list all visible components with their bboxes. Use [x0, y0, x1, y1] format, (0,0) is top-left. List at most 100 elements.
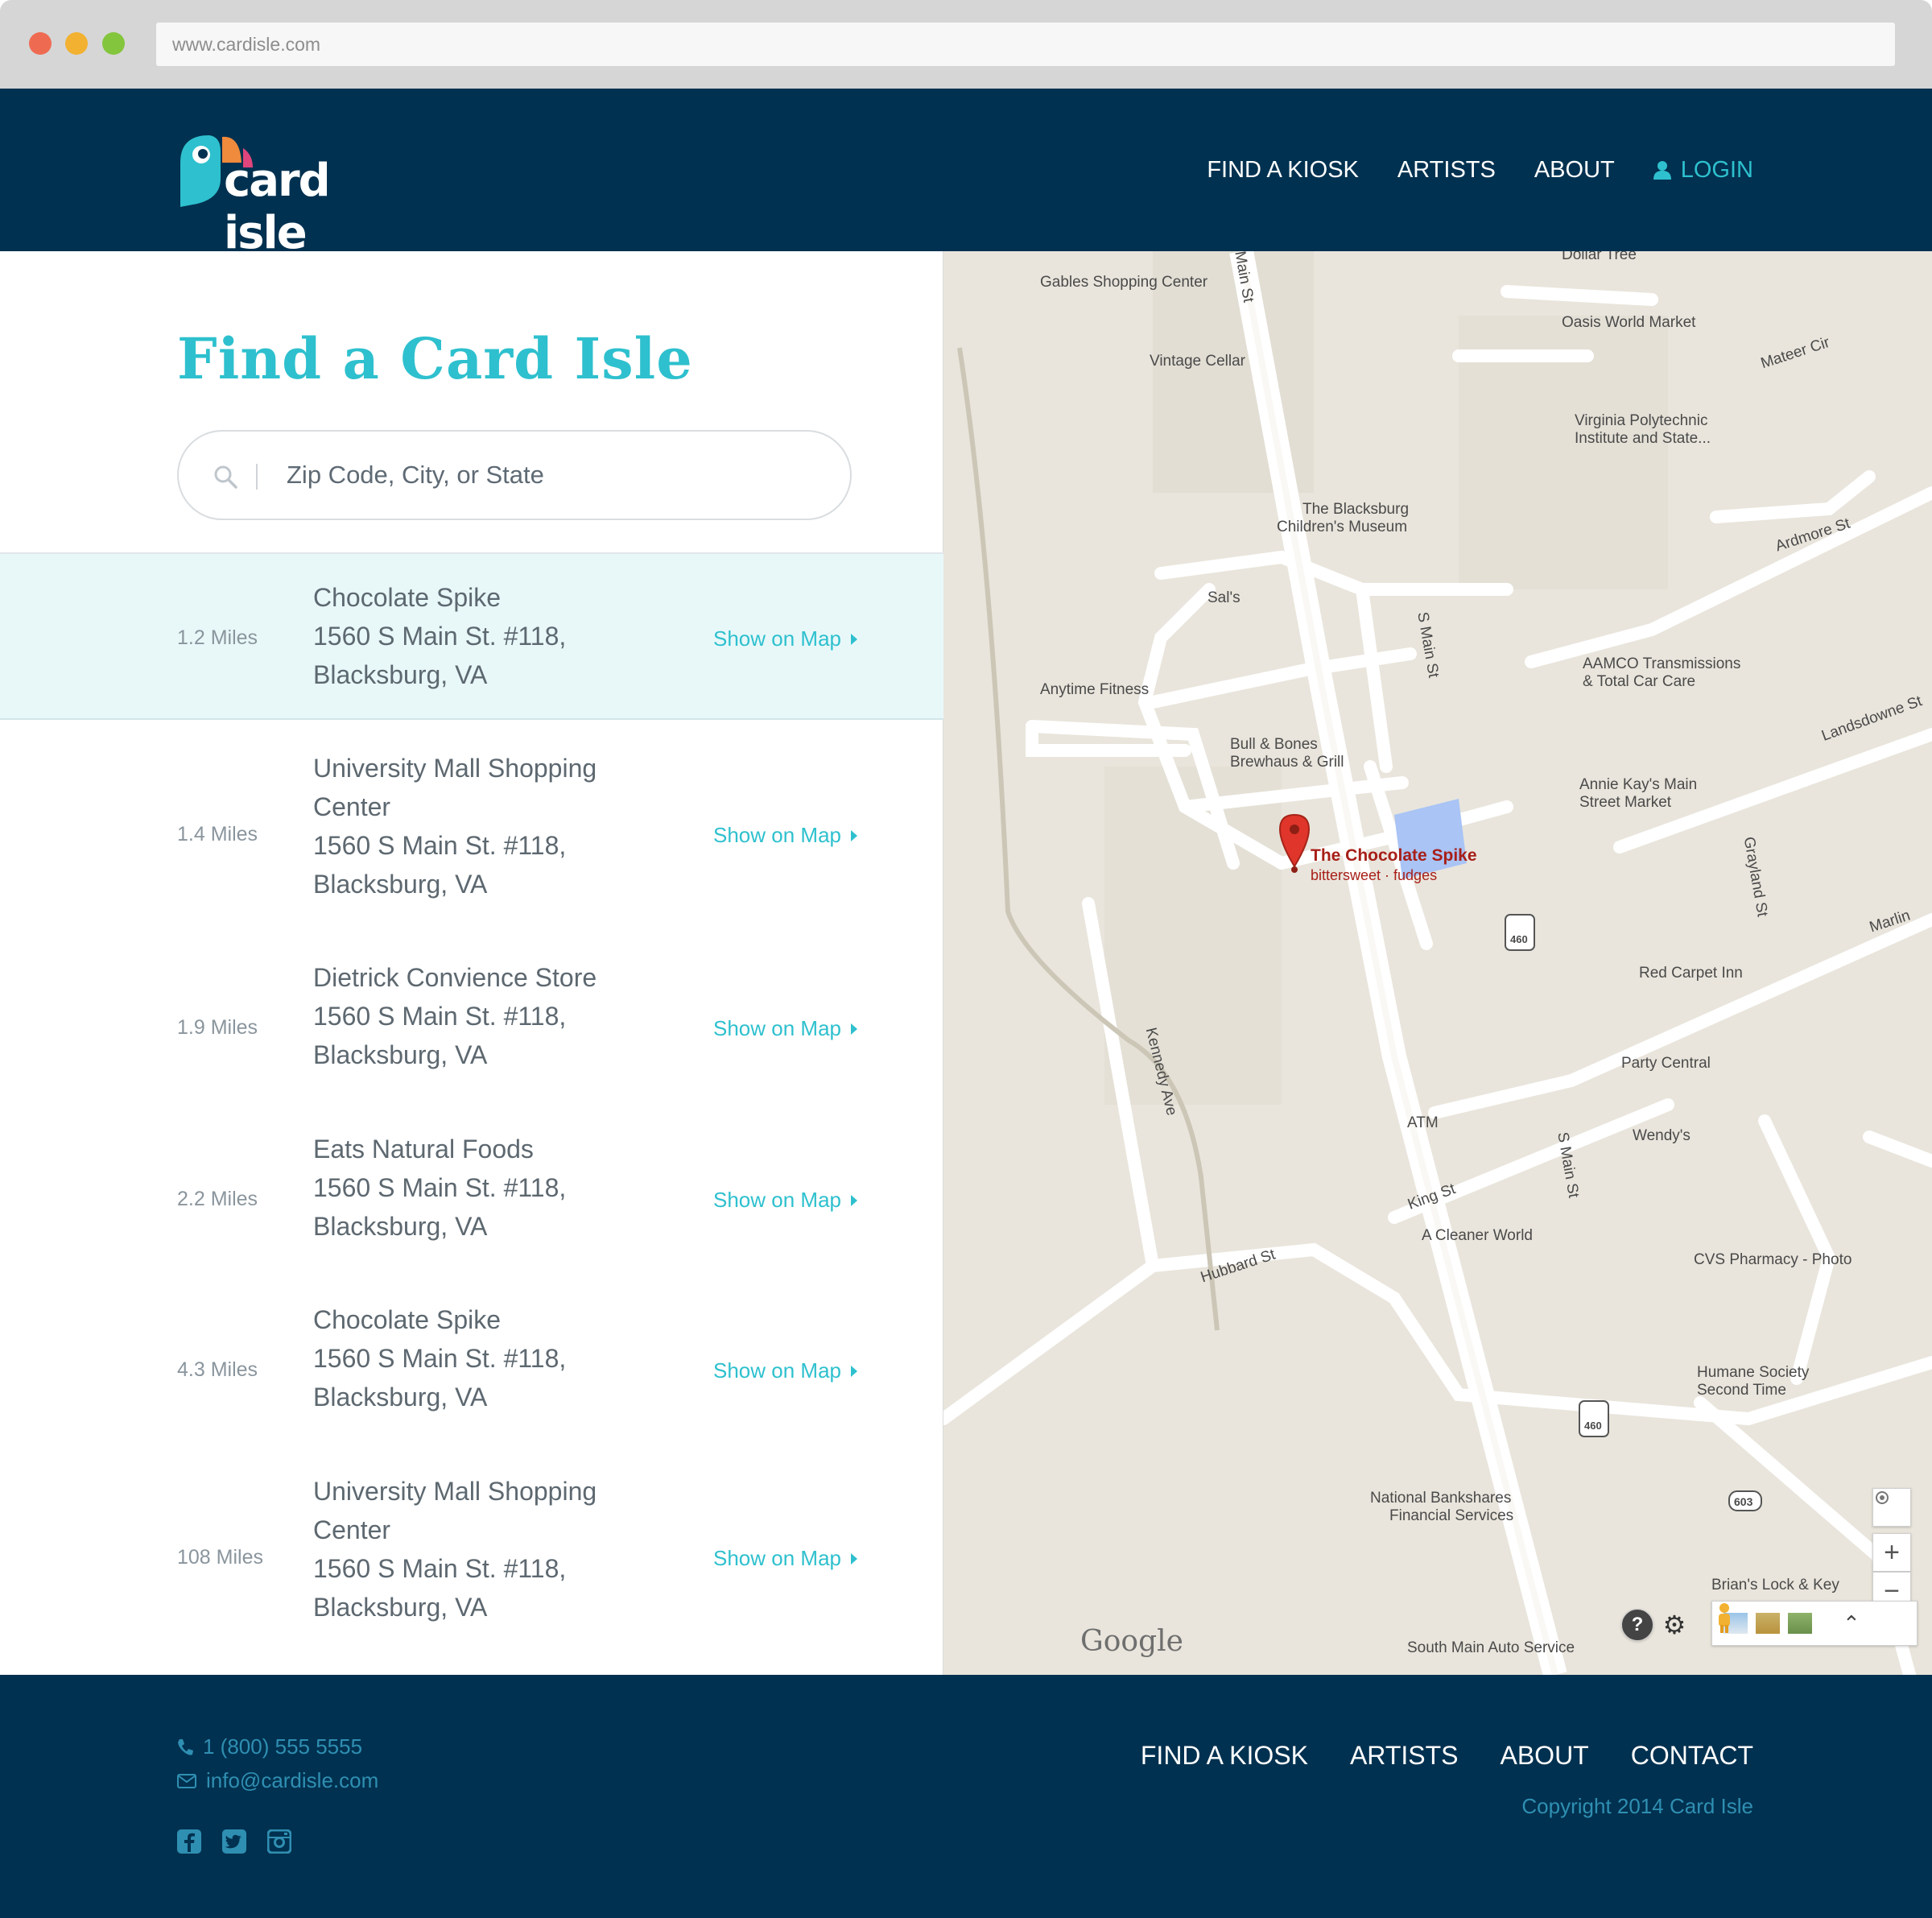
pegman-icon[interactable] — [1712, 1602, 1736, 1634]
footer-phone[interactable]: 1 (800) 555 5555 — [177, 1734, 362, 1759]
result-name: University Mall Shopping Center — [313, 1477, 597, 1544]
nav-artists[interactable]: ARTISTS — [1397, 157, 1496, 184]
show-on-map-label: Show on Map — [713, 1358, 841, 1383]
zoom-in-button[interactable]: + — [1872, 1533, 1911, 1572]
show-on-map-label: Show on Map — [713, 1188, 841, 1212]
my-location-button[interactable] — [1872, 1488, 1911, 1527]
main-nav: FIND A KIOSK ARTISTS ABOUT LOGIN — [1207, 89, 1753, 251]
result-name: Chocolate Spike — [313, 1305, 502, 1334]
show-on-map-link[interactable]: Show on Map — [713, 1188, 857, 1213]
instagram-icon[interactable] — [266, 1829, 292, 1854]
nav-about[interactable]: ABOUT — [1534, 157, 1615, 184]
result-city: Blacksburg, VA — [313, 1212, 488, 1241]
map-roads — [943, 251, 1932, 1675]
settings-button[interactable]: ⚙ — [1658, 1609, 1690, 1641]
result-city: Blacksburg, VA — [313, 1383, 488, 1412]
gear-icon: ⚙ — [1662, 1610, 1686, 1639]
logo[interactable]: card isle — [177, 130, 386, 259]
login-label: LOGIN — [1680, 156, 1753, 183]
route-shield-label: 460 — [1510, 933, 1528, 945]
map-poi-label: A Cleaner World — [1422, 1227, 1533, 1244]
logo-text: card isle — [224, 155, 331, 259]
plus-icon: + — [1884, 1536, 1900, 1568]
phone-number: 1 (800) 555 5555 — [203, 1734, 363, 1759]
crosshair-icon — [1876, 1491, 1889, 1504]
footer-nav-about[interactable]: ABOUT — [1500, 1741, 1588, 1771]
map-poi-label: South Main Auto Service — [1407, 1639, 1575, 1656]
route-shield-label: 460 — [1584, 1420, 1602, 1432]
footer-email[interactable]: info@cardisle.com — [177, 1768, 378, 1793]
map-poi-label: Financial Services — [1389, 1507, 1514, 1524]
caret-right-icon — [850, 1365, 857, 1377]
login-link[interactable]: LOGIN — [1653, 157, 1753, 184]
map-poi-label: Bull & Bones — [1230, 736, 1318, 753]
result-distance: 1.9 Miles — [177, 1016, 258, 1039]
google-logo: Google — [1080, 1625, 1183, 1658]
map-poi-label: CVS Pharmacy - Photo — [1694, 1251, 1852, 1268]
social-links — [177, 1829, 292, 1854]
map-type-bar: ⌃ — [1711, 1601, 1918, 1646]
result-distance: 1.2 Miles — [177, 626, 258, 649]
show-on-map-link[interactable]: Show on Map — [713, 626, 857, 651]
map-poi-label: Institute and State... — [1575, 430, 1711, 447]
show-on-map-label: Show on Map — [713, 1546, 841, 1570]
pin-subtitle: bittersweet · fudges — [1311, 867, 1438, 883]
footer-nav-artists[interactable]: ARTISTS — [1350, 1741, 1459, 1771]
help-button[interactable]: ? — [1621, 1609, 1653, 1641]
map-poi-label: Humane Society — [1697, 1364, 1810, 1381]
result-distance: 1.4 Miles — [177, 823, 258, 845]
chevron-up-icon[interactable]: ⌃ — [1843, 1611, 1860, 1636]
map-poi-label: Second Time — [1697, 1382, 1786, 1399]
map-view[interactable]: Gables Shopping Center Dollar Tree Oasis… — [943, 251, 1932, 1675]
results-panel: Find a Card Isle 1.2 Miles Chocolate Spi… — [0, 251, 943, 1675]
nav-find-a-kiosk[interactable]: FIND A KIOSK — [1207, 157, 1359, 184]
footer-nav-contact[interactable]: CONTACT — [1631, 1741, 1753, 1771]
show-on-map-link[interactable]: Show on Map — [713, 823, 857, 848]
question-icon: ? — [1631, 1614, 1644, 1635]
result-street: 1560 S Main St. #118, — [313, 1002, 567, 1031]
minimize-window-button[interactable] — [65, 32, 88, 55]
envelope-icon — [177, 1773, 196, 1788]
address-bar[interactable]: www.cardisle.com — [156, 23, 1895, 66]
map-poi-label: Children's Museum — [1277, 519, 1408, 535]
result-item[interactable]: 2.2 Miles Eats Natural Foods 1560 S Main… — [0, 1125, 943, 1270]
map-poi-label: Sal's — [1208, 589, 1241, 606]
phone-icon — [178, 1738, 193, 1755]
map-poi-label: The Blacksburg — [1302, 501, 1410, 518]
copyright: Copyright 2014 Card Isle — [1521, 1794, 1753, 1818]
facebook-icon[interactable] — [177, 1829, 201, 1854]
result-street: 1560 S Main St. #118, — [313, 1173, 567, 1202]
result-item[interactable]: 1.9 Miles Dietrick Convience Store 1560 … — [0, 953, 943, 1098]
search-input[interactable] — [287, 449, 802, 501]
map-poi-label: Red Carpet Inn — [1639, 965, 1743, 982]
caret-right-icon — [850, 1194, 857, 1206]
result-address: Chocolate Spike 1560 S Main St. #118, Bl… — [313, 1300, 651, 1416]
result-distance: 108 Miles — [177, 1546, 263, 1569]
close-window-button[interactable] — [29, 32, 52, 55]
result-name: Eats Natural Foods — [313, 1135, 534, 1164]
search-divider — [256, 464, 258, 490]
caret-right-icon — [850, 1552, 857, 1565]
map-poi-label: Wendy's — [1633, 1127, 1690, 1144]
result-city: Blacksburg, VA — [313, 870, 488, 899]
terrain-thumbnail-icon[interactable] — [1756, 1613, 1780, 1634]
show-on-map-link[interactable]: Show on Map — [713, 1358, 857, 1383]
satellite-thumbnail-icon[interactable] — [1788, 1613, 1812, 1634]
show-on-map-link[interactable]: Show on Map — [713, 1546, 857, 1571]
map-poi-label: Gables Shopping Center — [1040, 274, 1208, 291]
page-title: Find a Card Isle — [177, 325, 693, 392]
twitter-icon[interactable] — [222, 1829, 246, 1854]
map-poi-label: National Bankshares — [1370, 1490, 1512, 1507]
result-item[interactable]: 1.4 Miles University Mall Shopping Cente… — [0, 744, 943, 937]
show-on-map-link[interactable]: Show on Map — [713, 1016, 857, 1041]
result-distance: 4.3 Miles — [177, 1358, 258, 1381]
result-item[interactable]: 108 Miles University Mall Shopping Cente… — [0, 1467, 943, 1660]
result-item[interactable]: 1.2 Miles Chocolate Spike 1560 S Main St… — [0, 554, 943, 720]
maximize-window-button[interactable] — [102, 32, 125, 55]
search-icon — [214, 465, 237, 489]
footer-nav-find-a-kiosk[interactable]: FIND A KIOSK — [1141, 1741, 1308, 1771]
result-item[interactable]: 4.3 Miles Chocolate Spike 1560 S Main St… — [0, 1296, 943, 1441]
site-footer: 1 (800) 555 5555 info@cardisle.com FIND … — [0, 1675, 1932, 1918]
email-address: info@cardisle.com — [206, 1768, 379, 1792]
show-on-map-label: Show on Map — [713, 1016, 841, 1040]
